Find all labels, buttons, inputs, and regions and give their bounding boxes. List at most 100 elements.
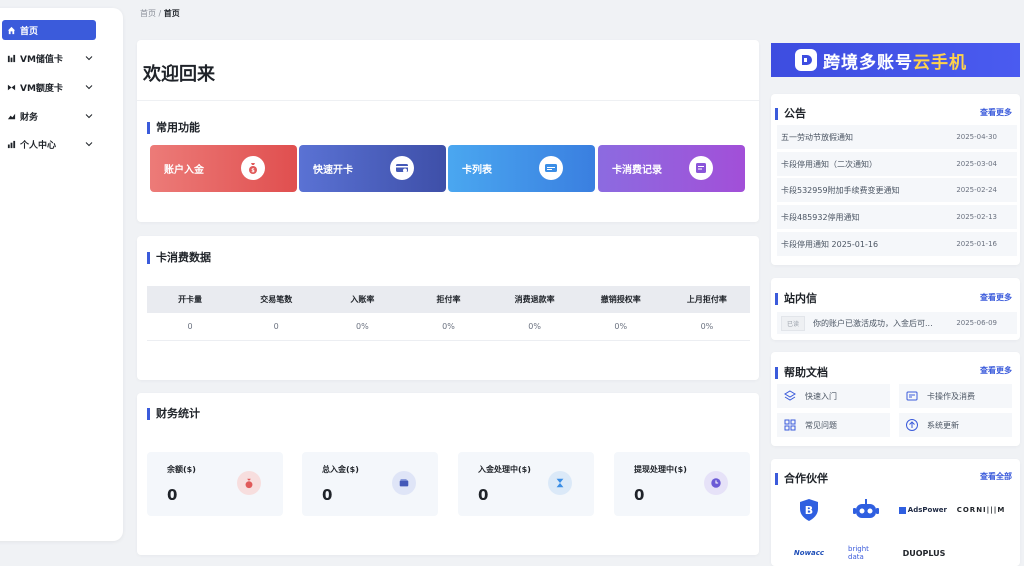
breadcrumb-current: 首页	[163, 9, 180, 18]
sidebar-item-vm-limit-card[interactable]: VM额度卡	[2, 77, 114, 97]
total-deposit-stat: 总入金($) 0	[302, 452, 438, 516]
stat-value: 0	[167, 486, 178, 504]
card-consume-record-label: 卡消费记录	[612, 165, 662, 176]
quick-open-card-label: 快速开卡	[313, 165, 353, 176]
money-bag-icon	[237, 471, 261, 495]
card-op-icon	[905, 389, 919, 403]
cloud-phone-logo-icon	[795, 49, 817, 71]
column-header: 开卡量	[178, 295, 203, 304]
adspower-logo[interactable]: AdsPower	[899, 503, 947, 517]
message-text: 你的账户已激活成功，入金后可...	[813, 318, 933, 328]
notice-title: 五一劳动节放假通知	[781, 132, 853, 142]
promo-banner[interactable]: 跨境多账号 云手机	[771, 43, 1020, 77]
money-bag-icon: $	[241, 156, 265, 180]
finance-icon	[6, 111, 16, 121]
doc-system-update[interactable]: 系统更新	[899, 413, 1012, 437]
doc-card-operations[interactable]: 卡操作及消费	[899, 384, 1012, 408]
deposit-button-label: 账户入金	[164, 165, 204, 176]
column-header: 拒付率	[436, 295, 461, 304]
withdraw-processing-stat: 提现处理中($) 0	[614, 452, 750, 516]
sidebar: 首页 VM储值卡 VM额度卡 财务 个人中心	[0, 8, 123, 541]
robot-logo[interactable]	[851, 497, 881, 523]
sidebar-item-finance[interactable]: 财务	[2, 106, 114, 126]
list-item[interactable]: 五一劳动节放假通知 2025-04-30	[777, 125, 1017, 149]
partner-name: bright data	[848, 545, 869, 561]
help-docs-more-link[interactable]: 查看更多	[980, 365, 1012, 376]
chart-icon	[6, 53, 16, 63]
wallet-icon	[392, 471, 416, 495]
nowacc-logo[interactable]: Nowacc	[786, 544, 832, 562]
duoplus-logo[interactable]: DUOPLUS	[898, 545, 950, 561]
brightdata-logo[interactable]: bright data	[848, 545, 886, 561]
partners-more-link[interactable]: 查看全部	[980, 471, 1012, 482]
banner-text-highlight: 云手机	[913, 52, 967, 73]
deposit-button[interactable]: 账户入金 $	[150, 145, 297, 192]
stat-value: 0	[322, 486, 333, 504]
stat-value: 0	[634, 486, 645, 504]
stat-value: 0	[478, 486, 489, 504]
quick-open-card-button[interactable]: 快速开卡	[299, 145, 446, 192]
list-item[interactable]: 卡段停用通知（二次通知） 2025-03-04	[777, 152, 1017, 176]
adspower-mark-icon	[899, 506, 906, 514]
doc-label: 卡操作及消费	[927, 391, 975, 401]
table-cell: 0%	[700, 322, 714, 331]
announcement-title: 公告	[775, 108, 806, 120]
cornium-logo[interactable]: CORNI|||M	[957, 503, 1005, 517]
list-item[interactable]: 卡段485932停用通知 2025-02-13	[777, 205, 1017, 229]
stat-label: 入金处理中($)	[478, 465, 531, 474]
notice-date: 2025-02-24	[956, 186, 997, 194]
doc-faq[interactable]: 常见问题	[777, 413, 890, 437]
notice-date: 2025-01-16	[956, 240, 997, 248]
column-header: 入账率	[350, 295, 375, 304]
sidebar-item-profile[interactable]: 个人中心	[2, 134, 114, 154]
inbox-title: 站内信	[775, 293, 817, 305]
doc-quick-start[interactable]: 快速入门	[777, 384, 890, 408]
sidebar-item-home[interactable]: 首页	[2, 20, 96, 40]
record-icon	[689, 156, 713, 180]
notice-title: 卡段停用通知（二次通知）	[781, 159, 877, 169]
sidebar-item-label: VM额度卡	[20, 83, 63, 94]
notice-title: 卡段停用通知 2025-01-16	[781, 239, 879, 249]
svg-text:$: $	[251, 168, 255, 174]
bar-chart-icon	[6, 139, 16, 149]
chevron-down-icon	[85, 142, 93, 147]
announcement-more-link[interactable]: 查看更多	[980, 107, 1012, 118]
clock-icon	[704, 471, 728, 495]
doc-label: 常见问题	[805, 420, 837, 430]
partners-title: 合作伙伴	[775, 473, 828, 485]
list-item[interactable]: 已读 你的账户已激活成功，入金后可... 2025-06-09	[777, 312, 1017, 334]
partner-name: CORNI|||M	[956, 506, 1006, 514]
shield-b-logo[interactable]: B	[796, 497, 822, 523]
list-item[interactable]: 卡段532959附加手续费变更通知 2025-02-24	[777, 178, 1017, 202]
chevron-down-icon	[85, 56, 93, 61]
card-list-icon	[539, 156, 563, 180]
home-icon	[6, 25, 16, 35]
sidebar-item-label: 首页	[20, 26, 39, 37]
column-header: 消费退款率	[514, 295, 555, 304]
breadcrumb-separator: /	[158, 9, 162, 18]
chevron-down-icon	[85, 85, 93, 90]
balance-stat: 余额($) 0	[147, 452, 283, 516]
column-header: 交易笔数	[260, 295, 293, 304]
notice-date: 2025-02-13	[956, 213, 997, 221]
stat-label: 余额($)	[167, 465, 196, 474]
breadcrumb-root[interactable]: 首页	[140, 9, 156, 18]
layers-icon	[783, 389, 797, 403]
partner-name: AdsPower	[907, 506, 947, 514]
notice-title: 卡段532959附加手续费变更通知	[781, 185, 900, 195]
table-cell: 0%	[614, 322, 628, 331]
list-item[interactable]: 卡段停用通知 2025-01-16 2025-01-16	[777, 232, 1017, 256]
upload-icon	[905, 418, 919, 432]
card-consume-record-button[interactable]: 卡消费记录	[598, 145, 745, 192]
open-card-icon	[390, 156, 414, 180]
finance-title: 财务统计	[147, 408, 200, 420]
notice-date: 2025-04-30	[956, 133, 997, 141]
svg-text:B: B	[805, 504, 813, 517]
consume-data-title: 卡消费数据	[147, 252, 211, 264]
doc-label: 系统更新	[927, 420, 959, 430]
inbox-more-link[interactable]: 查看更多	[980, 292, 1012, 303]
sidebar-item-vm-stored-card[interactable]: VM储值卡	[2, 48, 114, 68]
table-cell: 0%	[356, 322, 369, 331]
card-list-button[interactable]: 卡列表	[448, 145, 595, 192]
stat-label: 提现处理中($)	[634, 465, 687, 474]
